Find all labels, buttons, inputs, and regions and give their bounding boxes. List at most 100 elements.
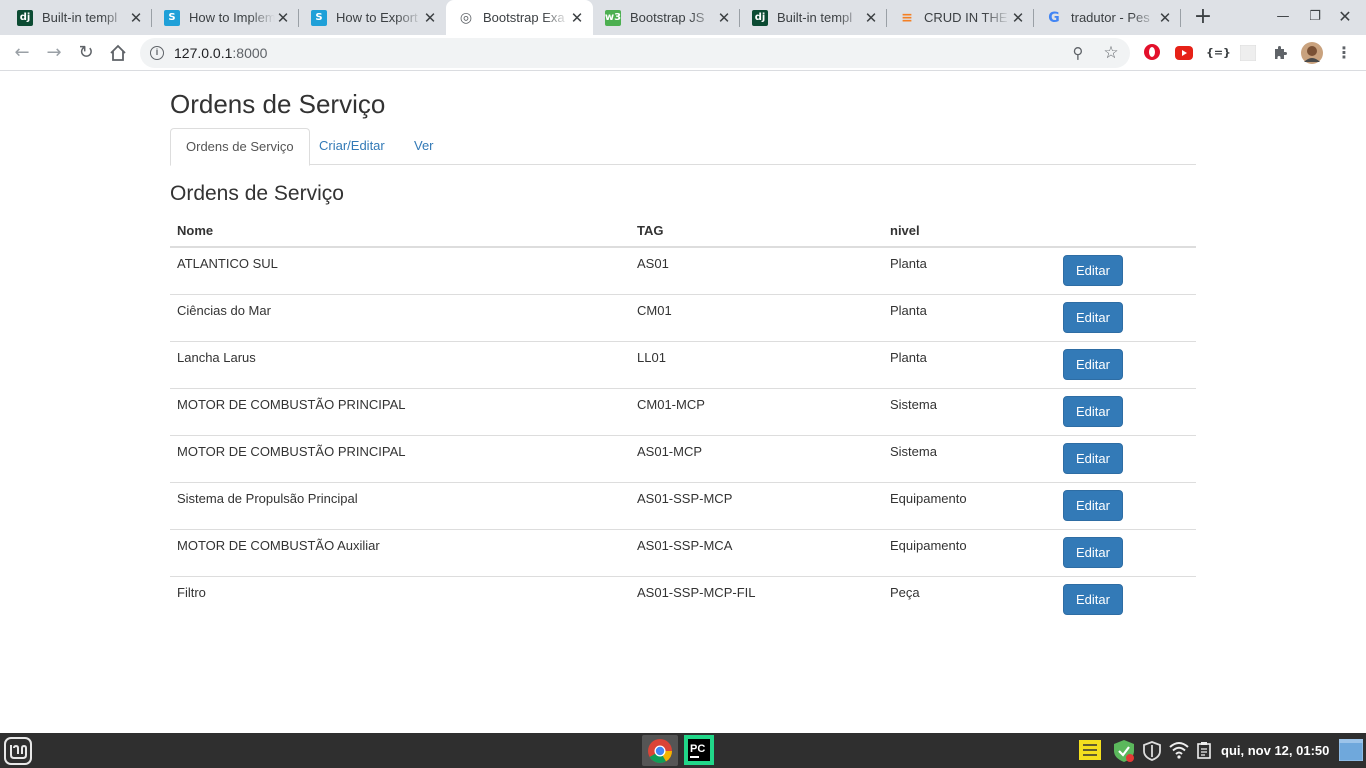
mint-menu-icon[interactable] — [4, 737, 32, 768]
close-tab-icon[interactable]: ✕ — [569, 10, 585, 26]
cell-tag: AS01-SSP-MCA — [630, 529, 883, 577]
close-window-icon[interactable]: ✕ — [1335, 7, 1355, 27]
url-text: 127.0.0.1:8000 — [174, 45, 268, 61]
edit-button[interactable]: Editar — [1063, 537, 1123, 568]
browser-tab[interactable]: ≡ CRUD IN THE D✕ — [887, 0, 1034, 35]
close-tab-icon[interactable]: ✕ — [716, 10, 732, 26]
table-row: MOTOR DE COMBUSTÃO PRINCIPAL AS01-MCP Sist… — [170, 435, 1196, 483]
cell-nome: Filtro — [170, 576, 630, 623]
browser-tab[interactable]: dj Built-in templ ✕ — [5, 0, 152, 35]
column-header-nivel: nivel — [883, 215, 1056, 248]
page-viewport: Ordens de Serviço Ordens de Serviço Cria… — [0, 72, 1366, 733]
zoom-icon[interactable]: ⚲ — [1068, 43, 1088, 63]
table-row: Filtro AS01-SSP-MCP-FIL Peça Editar — [170, 576, 1196, 623]
edit-button[interactable]: Editar — [1063, 490, 1123, 521]
cell-nome: Sistema de Propulsão Principal — [170, 482, 630, 530]
cell-nivel: Sistema — [883, 388, 1056, 436]
edit-button[interactable]: Editar — [1063, 584, 1123, 615]
new-tab-button[interactable]: + — [1192, 6, 1214, 28]
youtube-extension-icon[interactable] — [1174, 43, 1194, 63]
browser-tab[interactable]: S How to Export ✕ — [299, 0, 446, 35]
edit-button[interactable]: Editar — [1063, 443, 1123, 474]
browser-tab[interactable]: dj Built-in templ ✕ — [740, 0, 887, 35]
cell-actions: Editar — [1056, 482, 1196, 530]
site-info-icon[interactable]: i — [150, 46, 164, 60]
address-bar[interactable]: i 127.0.0.1:8000 ⚲ ☆ — [140, 38, 1130, 68]
cell-actions: Editar — [1056, 341, 1196, 389]
tab-title: How to Implem — [189, 10, 275, 25]
update-manager-icon[interactable] — [1112, 739, 1136, 768]
cell-tag: AS01-SSP-MCP — [630, 482, 883, 530]
cell-nome: MOTOR DE COMBUSTÃO Auxiliar — [170, 529, 630, 577]
cell-tag: AS01-SSP-MCP-FIL — [630, 576, 883, 623]
table-row: Lancha Larus LL01 Planta Editar — [170, 341, 1196, 389]
browser-tab-strip: dj Built-in templ ✕ S How to Implem ✕ S How to … — [0, 0, 1366, 35]
cell-actions: Editar — [1056, 435, 1196, 483]
django-icon: dj — [752, 9, 768, 26]
cell-tag: CM01 — [630, 294, 883, 342]
cell-actions: Editar — [1056, 388, 1196, 436]
edit-button[interactable]: Editar — [1063, 255, 1123, 286]
opera-extension-icon[interactable] — [1142, 43, 1162, 63]
taskbar-pycharm-app[interactable]: PC — [684, 735, 716, 766]
edit-button[interactable]: Editar — [1063, 302, 1123, 333]
table-header-row: Nome TAG nivel — [170, 215, 1196, 248]
browser-tab[interactable]: S How to Implem ✕ — [152, 0, 299, 35]
clipboard-tray-icon[interactable] — [1197, 742, 1211, 768]
column-header-actions — [1056, 215, 1196, 248]
table-row: Sistema de Propulsão Principal AS01-SSP-M… — [170, 482, 1196, 530]
browser-tab[interactable]: ◎ Bootstrap Exa ✕ — [446, 0, 593, 35]
column-header-tag: TAG — [630, 215, 883, 248]
w3-icon: w3 — [605, 9, 621, 26]
globe-icon: ◎ — [459, 9, 473, 26]
close-tab-icon[interactable]: ✕ — [422, 10, 438, 26]
cell-nome: Ciências do Mar — [170, 294, 630, 342]
tab-title: How to Export — [336, 10, 418, 25]
cell-tag: AS01-MCP — [630, 435, 883, 483]
table-row: MOTOR DE COMBUSTÃO PRINCIPAL CM01-MCP Sist… — [170, 388, 1196, 436]
table-row: MOTOR DE COMBUSTÃO Auxiliar AS01-SSP-MCA E… — [170, 529, 1196, 577]
wifi-icon[interactable] — [1169, 741, 1189, 768]
tab-ordens-de-servico[interactable]: Ordens de Serviço — [170, 128, 310, 166]
taskbar-chrome-app[interactable] — [642, 735, 678, 766]
home-icon[interactable] — [106, 41, 130, 65]
minimize-icon[interactable]: — — [1273, 7, 1293, 27]
google-icon: G — [1048, 9, 1060, 26]
section-title: Ordens de Serviço — [170, 182, 344, 205]
edit-button[interactable]: Editar — [1063, 396, 1123, 427]
browser-tab[interactable]: Gtradutor - Pes ✕ — [1034, 0, 1181, 35]
cell-tag: AS01 — [630, 246, 883, 295]
close-tab-icon[interactable]: ✕ — [128, 10, 144, 26]
service-orders-table: Nome TAG nivel ATLANTICO SUL AS01 Planta Ed… — [170, 215, 1196, 623]
browser-tab[interactable]: w3 Bootstrap JS ✕ — [593, 0, 740, 35]
close-tab-icon[interactable]: ✕ — [1157, 10, 1173, 26]
close-tab-icon[interactable]: ✕ — [863, 10, 879, 26]
blank-extension-icon[interactable] — [1238, 43, 1258, 63]
close-tab-icon[interactable]: ✕ — [1010, 10, 1026, 26]
cell-nivel: Planta — [883, 246, 1056, 295]
nav-tabs: Ordens de Serviço Criar/Editar Ver — [170, 128, 1196, 166]
forward-arrow-icon[interactable]: → — [42, 41, 66, 65]
json-extension-icon[interactable]: {=} — [1206, 43, 1231, 63]
close-tab-icon[interactable]: ✕ — [275, 10, 291, 26]
show-desktop-icon[interactable] — [1338, 738, 1364, 768]
tab-separator — [1180, 9, 1181, 27]
restore-icon[interactable]: ❐ — [1305, 7, 1325, 27]
os-taskbar: PC qui, nov 12, 01:50 — [0, 733, 1366, 768]
cell-nivel: Equipamento — [883, 529, 1056, 577]
notes-tray-icon[interactable] — [1079, 740, 1101, 768]
column-header-nome: Nome — [170, 215, 630, 248]
bookmark-star-icon[interactable]: ☆ — [1101, 43, 1121, 63]
back-arrow-icon[interactable]: ← — [10, 41, 34, 65]
cell-nome: ATLANTICO SUL — [170, 246, 630, 295]
edit-button[interactable]: Editar — [1063, 349, 1123, 380]
extensions-puzzle-icon[interactable] — [1270, 43, 1290, 63]
shield-tray-icon[interactable] — [1143, 741, 1161, 768]
menu-kebab-icon[interactable]: ⋮ — [1334, 43, 1354, 63]
reload-icon[interactable]: ↻ — [74, 41, 98, 65]
taskbar-clock[interactable]: qui, nov 12, 01:50 — [1221, 743, 1329, 758]
tab-title: CRUD IN THE D — [924, 10, 1010, 25]
profile-avatar[interactable] — [1301, 42, 1323, 64]
tab-ver[interactable]: Ver — [399, 128, 449, 165]
tab-criar-editar[interactable]: Criar/Editar — [304, 128, 400, 165]
